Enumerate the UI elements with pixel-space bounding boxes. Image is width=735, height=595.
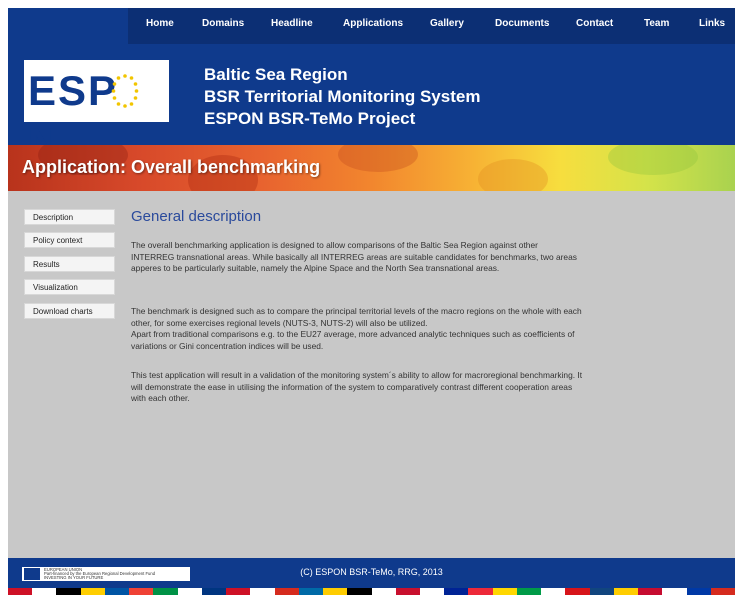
sidebar-item-download-charts[interactable]: Download charts bbox=[24, 303, 115, 319]
paragraph-validation: This test application will result in a v… bbox=[131, 370, 583, 403]
nav-domains-link[interactable]: Domains bbox=[202, 18, 244, 29]
nav-headline-link[interactable]: Headline bbox=[271, 18, 313, 29]
content-heading: General description bbox=[131, 208, 262, 225]
country-flags-strip bbox=[8, 588, 735, 595]
nav-contact-link[interactable]: Contact bbox=[576, 18, 613, 29]
paragraph-benchmark: The benchmark is designed such as to com… bbox=[131, 306, 582, 328]
sidebar-item-description[interactable]: Description bbox=[24, 209, 115, 225]
site-title-line1: Baltic Sea Region bbox=[204, 65, 348, 84]
sidebar-item-visualization[interactable]: Visualization bbox=[24, 279, 115, 295]
nav-gallery-link[interactable]: Gallery bbox=[430, 18, 464, 29]
site-title-line2: BSR Territorial Monitoring System bbox=[204, 87, 481, 106]
top-navigation: Home Domains Headline Applications Galle… bbox=[128, 8, 735, 44]
paragraph-intro: The overall benchmarking application is … bbox=[131, 240, 577, 273]
nav-applications-link[interactable]: Applications bbox=[343, 18, 403, 29]
nav-links-link[interactable]: Links bbox=[699, 18, 725, 29]
eu-text-line3: INVESTING IN YOUR FUTURE bbox=[44, 575, 104, 581]
footer: EUROPEAN UNION Part-financed by the Euro… bbox=[8, 558, 735, 588]
nav-home-link[interactable]: Home bbox=[146, 18, 174, 29]
eu-stars-icon bbox=[111, 74, 139, 108]
espon-logo[interactable]: ESPN bbox=[24, 60, 169, 166]
site-title-line3: ESPON BSR-TeMo Project bbox=[204, 109, 416, 128]
copyright-text: (C) ESPON BSR-TeMo, RRG, 2013 bbox=[300, 567, 443, 577]
sidebar-item-policy-context[interactable]: Policy context bbox=[24, 232, 115, 248]
sidebar-item-results[interactable]: Results bbox=[24, 256, 115, 272]
nav-team-link[interactable]: Team bbox=[644, 18, 669, 29]
nav-documents-link[interactable]: Documents bbox=[495, 18, 549, 29]
header: Home Domains Headline Applications Galle… bbox=[8, 8, 735, 166]
site-title: Baltic Sea Region BSR Territorial Monito… bbox=[204, 64, 480, 130]
page-title: Application: Overall benchmarking bbox=[22, 157, 321, 177]
page: Home Domains Headline Applications Galle… bbox=[8, 8, 735, 595]
paragraph-comparisons: Apart from traditional comparisons e.g. … bbox=[131, 329, 575, 351]
banner-map: Application: Overall benchmarking bbox=[8, 145, 735, 191]
